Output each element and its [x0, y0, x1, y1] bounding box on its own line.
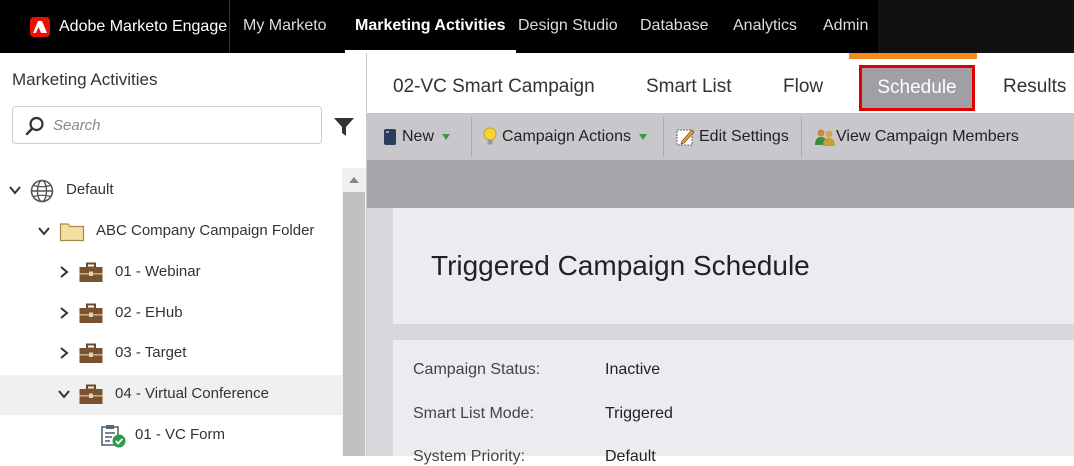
tree-item-abc-company-folder[interactable]: ABC Company Campaign Folder [0, 212, 342, 252]
lightbulb-icon [483, 127, 497, 144]
tree-item-label: 02 - EHub [115, 304, 183, 321]
tree-item-default[interactable]: Default [0, 171, 342, 211]
campaign-status-label: Campaign Status: [413, 361, 541, 378]
tree-scrollbar[interactable] [342, 168, 366, 456]
new-button[interactable]: New [383, 113, 451, 160]
dropdown-arrow-icon [638, 133, 647, 140]
tab-flow[interactable]: Flow [783, 53, 823, 113]
chevron-down-icon[interactable] [8, 183, 22, 197]
tree-item-01-webinar[interactable]: 01 - Webinar [0, 253, 342, 293]
globe-icon [30, 179, 54, 203]
search-input[interactable] [53, 112, 313, 138]
edit-settings-icon [676, 128, 695, 145]
tree-item-label: 04 - Virtual Conference [115, 385, 269, 402]
brand[interactable]: Adobe Marketo Engage [0, 0, 229, 53]
smart-list-mode-label: Smart List Mode: [413, 405, 534, 422]
tree-item-label: 01 - Webinar [115, 263, 201, 280]
smart-campaign-icon [101, 425, 126, 448]
search-icon [25, 116, 44, 136]
nav-database[interactable]: Database [640, 0, 709, 53]
system-priority-value: Default [605, 448, 656, 465]
tree-item-label: 01 - VC Form [135, 426, 226, 443]
tree-item-01-vc-form[interactable]: 01 - VC Form [0, 416, 342, 456]
edit-settings-button[interactable]: Edit Settings [676, 113, 789, 160]
chevron-right-icon[interactable] [57, 346, 71, 360]
tree-item-04-virtual-conference[interactable]: 04 - Virtual Conference [0, 375, 342, 415]
active-tab-indicator [849, 53, 977, 59]
briefcase-icon [79, 262, 103, 282]
new-icon [384, 128, 396, 145]
system-priority-label: System Priority: [413, 448, 526, 465]
toolbar-separator [801, 117, 802, 157]
toolbar: New Campaign Actions Edit Settings View … [367, 113, 1074, 160]
briefcase-icon [79, 384, 103, 404]
briefcase-icon [79, 343, 103, 363]
nav-end-area [878, 0, 1074, 53]
tree-item-03-target[interactable]: 03 - Target [0, 334, 342, 374]
tab-campaign[interactable]: 02-VC Smart Campaign [393, 53, 595, 113]
left-panel: Marketing Activities Default ABC Company… [0, 53, 366, 456]
briefcase-icon [79, 303, 103, 323]
smart-list-mode-value: Triggered [605, 405, 673, 422]
toolbar-separator [471, 117, 472, 157]
chevron-right-icon[interactable] [57, 265, 71, 279]
tree-item-02-ehub[interactable]: 02 - EHub [0, 294, 342, 334]
view-campaign-members-label: View Campaign Members [836, 127, 1019, 145]
top-navigation: Adobe Marketo Engage My Marketo Marketin… [0, 0, 1074, 53]
people-icon [815, 129, 835, 146]
nav-analytics[interactable]: Analytics [733, 0, 797, 53]
chevron-right-icon[interactable] [57, 306, 71, 320]
brand-name: Adobe Marketo Engage [59, 17, 228, 35]
edit-settings-label: Edit Settings [699, 127, 789, 145]
nav-my-marketo[interactable]: My Marketo [243, 0, 327, 53]
schedule-title: Triggered Campaign Schedule [431, 250, 810, 281]
campaign-status-value: Inactive [605, 361, 661, 378]
header-bar [367, 160, 1074, 208]
main-panel: 02-VC Smart Campaign Smart List Flow Sch… [366, 53, 1074, 465]
nav-marketing-activities[interactable]: Marketing Activities [345, 0, 516, 53]
nav-design-studio[interactable]: Design Studio [518, 0, 618, 53]
tab-results[interactable]: Results [1003, 53, 1066, 113]
nav-admin[interactable]: Admin [823, 0, 868, 53]
tab-smart-list[interactable]: Smart List [646, 53, 732, 113]
tab-schedule[interactable]: Schedule [859, 65, 975, 111]
tree-item-label: Default [66, 181, 114, 198]
panel-title: Marketing Activities [12, 70, 158, 89]
schedule-details-panel: Campaign Status: Inactive Smart List Mod… [393, 340, 1074, 465]
dropdown-arrow-icon [442, 133, 451, 140]
nav-divider [229, 0, 230, 53]
campaign-actions-button[interactable]: Campaign Actions [483, 113, 647, 160]
campaign-actions-label: Campaign Actions [502, 127, 631, 145]
adobe-logo-icon [30, 16, 50, 37]
schedule-header-panel: Triggered Campaign Schedule [393, 208, 1074, 324]
toolbar-separator [663, 117, 664, 157]
folder-icon [59, 223, 85, 242]
campaign-tabs: 02-VC Smart Campaign Smart List Flow Sch… [367, 53, 1074, 113]
chevron-down-icon[interactable] [37, 224, 51, 238]
view-campaign-members-button[interactable]: View Campaign Members [814, 113, 1019, 160]
new-label: New [402, 127, 435, 145]
scroll-up-arrow-icon[interactable] [348, 175, 360, 185]
tree-item-label: ABC Company Campaign Folder [96, 222, 315, 239]
search-box[interactable] [12, 106, 322, 144]
filter-icon[interactable] [333, 116, 355, 138]
chevron-down-icon[interactable] [57, 387, 71, 401]
schedule-content: Triggered Campaign Schedule Campaign Sta… [367, 208, 1074, 465]
scroll-thumb[interactable] [343, 192, 365, 456]
tree-item-label: 03 - Target [115, 344, 187, 361]
